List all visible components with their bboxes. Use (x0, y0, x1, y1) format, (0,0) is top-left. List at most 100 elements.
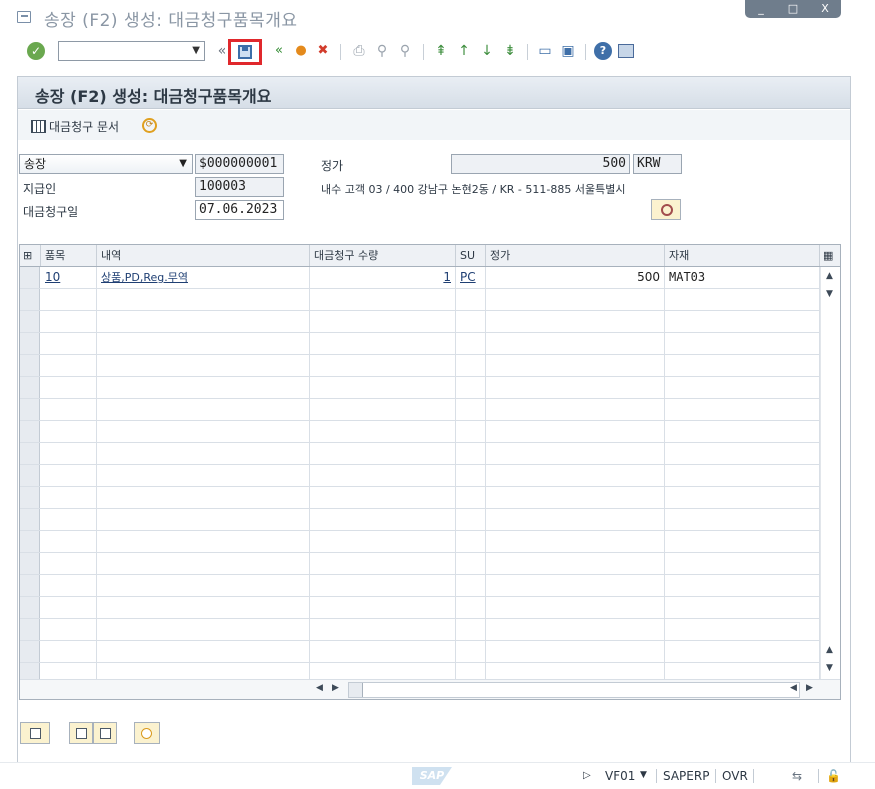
empty-cell[interactable] (665, 355, 820, 376)
empty-cell[interactable] (665, 509, 820, 530)
row-selector[interactable] (20, 487, 40, 508)
empty-cell[interactable] (310, 575, 456, 596)
empty-cell[interactable] (486, 333, 665, 354)
empty-cell[interactable] (41, 553, 97, 574)
empty-cell[interactable] (665, 443, 820, 464)
scroll-left-icon[interactable]: ◀ (790, 683, 797, 693)
maximize-icon[interactable]: □ (782, 3, 804, 15)
empty-table-row[interactable] (20, 553, 820, 575)
empty-cell[interactable] (310, 597, 456, 618)
new-session-icon[interactable]: ▭ (536, 42, 554, 60)
scroll-down-icon[interactable]: ▼ (826, 663, 833, 673)
empty-cell[interactable] (456, 487, 486, 508)
empty-table-row[interactable] (20, 531, 820, 553)
empty-cell[interactable] (97, 289, 310, 310)
page-down-icon[interactable]: ▼ (826, 289, 833, 299)
scroll-right-icon[interactable]: ▶ (332, 683, 339, 693)
empty-cell[interactable] (41, 399, 97, 420)
empty-cell[interactable] (456, 289, 486, 310)
empty-cell[interactable] (310, 355, 456, 376)
empty-cell[interactable] (456, 377, 486, 398)
empty-cell[interactable] (310, 465, 456, 486)
row-selector[interactable] (20, 289, 40, 310)
row-selector[interactable] (20, 333, 40, 354)
qty-cell[interactable]: 1 (310, 267, 456, 288)
scroll-right-icon[interactable]: ▶ (806, 683, 813, 693)
display-address-button[interactable] (651, 199, 681, 220)
find-next-icon[interactable]: ⚲ (396, 42, 414, 60)
empty-cell[interactable] (456, 531, 486, 552)
save-button[interactable] (228, 39, 262, 65)
empty-cell[interactable] (456, 597, 486, 618)
row-selector[interactable] (20, 267, 40, 288)
empty-table-row[interactable] (20, 487, 820, 509)
row-selector[interactable] (20, 377, 40, 398)
empty-cell[interactable] (456, 421, 486, 442)
column-net-value[interactable]: 정가 (486, 245, 665, 266)
table-row[interactable]: 10 상품,PD,Reg.무역 1 PC 500 MAT03 (20, 267, 820, 289)
column-qty[interactable]: 대금청구 수량 (310, 245, 456, 266)
empty-cell[interactable] (665, 619, 820, 640)
command-field[interactable]: ▼ (58, 41, 205, 61)
empty-cell[interactable] (41, 333, 97, 354)
first-page-icon[interactable]: ⇞ (432, 42, 450, 60)
empty-cell[interactable] (486, 399, 665, 420)
empty-cell[interactable] (310, 487, 456, 508)
empty-table-row[interactable] (20, 421, 820, 443)
window-menu-icon[interactable] (17, 11, 31, 23)
empty-table-row[interactable] (20, 465, 820, 487)
select-all-icon[interactable]: ⊞ (20, 245, 41, 266)
empty-cell[interactable] (41, 575, 97, 596)
empty-table-row[interactable] (20, 509, 820, 531)
empty-cell[interactable] (97, 311, 310, 332)
scroll-track[interactable] (348, 682, 800, 698)
exit-icon[interactable]: ● (292, 42, 310, 60)
shortcut-icon[interactable]: ▣ (559, 42, 577, 60)
empty-cell[interactable] (486, 531, 665, 552)
empty-cell[interactable] (97, 509, 310, 530)
empty-cell[interactable] (665, 575, 820, 596)
lock-icon[interactable]: 🔓 (826, 769, 841, 783)
empty-cell[interactable] (310, 641, 456, 662)
empty-cell[interactable] (486, 289, 665, 310)
billing-date-field[interactable]: 07.06.2023 (195, 200, 284, 220)
column-material[interactable]: 자재 (665, 245, 820, 266)
empty-table-row[interactable] (20, 399, 820, 421)
transaction-code[interactable]: VF01 (605, 769, 635, 783)
empty-table-row[interactable] (20, 355, 820, 377)
empty-cell[interactable] (456, 333, 486, 354)
empty-cell[interactable] (97, 399, 310, 420)
currency-field[interactable]: KRW (633, 154, 682, 174)
previous-page-icon[interactable]: ↑ (455, 42, 473, 60)
column-description[interactable]: 내역 (97, 245, 310, 266)
empty-cell[interactable] (310, 333, 456, 354)
row-selector[interactable] (20, 465, 40, 486)
empty-cell[interactable] (486, 641, 665, 662)
empty-cell[interactable] (310, 377, 456, 398)
row-selector[interactable] (20, 531, 40, 552)
empty-cell[interactable] (97, 553, 310, 574)
empty-cell[interactable] (456, 355, 486, 376)
empty-cell[interactable] (456, 553, 486, 574)
insert-mode[interactable]: OVR (722, 769, 748, 783)
row-selector[interactable] (20, 509, 40, 530)
row-selector[interactable] (20, 575, 40, 596)
row-selector[interactable] (20, 421, 40, 442)
next-page-icon[interactable]: ↓ (478, 42, 496, 60)
minimize-icon[interactable]: _ (750, 3, 772, 15)
scroll-left-icon[interactable]: ◀ (316, 683, 323, 693)
vertical-scrollbar[interactable]: ▲ ▼ ▲ ▼ (820, 267, 840, 679)
empty-cell[interactable] (456, 443, 486, 464)
refresh-icon[interactable]: ⟳ (142, 118, 157, 133)
empty-cell[interactable] (665, 311, 820, 332)
empty-cell[interactable] (486, 509, 665, 530)
enter-icon[interactable]: ✓ (27, 42, 45, 60)
empty-table-row[interactable] (20, 289, 820, 311)
empty-cell[interactable] (97, 575, 310, 596)
empty-cell[interactable] (97, 597, 310, 618)
empty-cell[interactable] (665, 289, 820, 310)
empty-cell[interactable] (486, 553, 665, 574)
empty-cell[interactable] (665, 399, 820, 420)
empty-cell[interactable] (41, 619, 97, 640)
empty-cell[interactable] (310, 619, 456, 640)
